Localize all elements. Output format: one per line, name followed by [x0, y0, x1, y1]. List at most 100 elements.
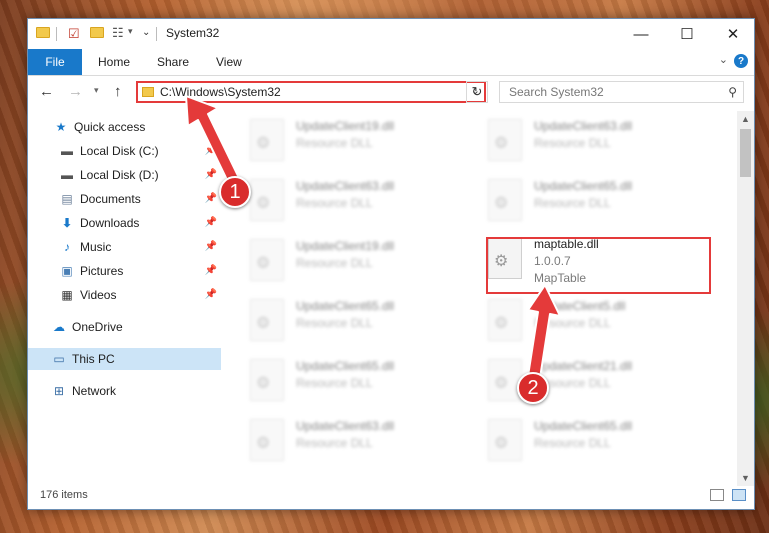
file-name: UpdateClient65.dll [534, 419, 633, 433]
refresh-button[interactable]: ↻ [466, 81, 488, 103]
pin-icon[interactable]: 📌 [205, 241, 217, 252]
pin-icon[interactable]: 📌 [205, 289, 217, 300]
gear-icon: ⚙ [256, 255, 271, 272]
gear-icon: ⚙ [256, 195, 271, 212]
pin-icon[interactable]: 📌 [205, 169, 217, 180]
search-icon[interactable]: ⚲ [728, 85, 737, 99]
file-item[interactable]: ⚙ UpdateClient65.dll Resource DLL [460, 171, 690, 227]
ribbon-tabs: File Home Share View ⌄ ? [28, 49, 754, 76]
sidebar-item-pictures[interactable]: ▣ Pictures 📌 [28, 260, 221, 282]
details-view-icon[interactable] [710, 489, 724, 501]
sidebar-item-label: Videos [80, 288, 117, 302]
cloud-icon: ☁ [53, 320, 65, 334]
sidebar-item-documents[interactable]: ▤ Documents 📌 [28, 188, 221, 210]
window-title: System32 [166, 26, 220, 40]
maptable-highlight-box [486, 237, 711, 294]
sidebar-item-label: Downloads [80, 216, 140, 230]
sidebar-item-downloads[interactable]: ⬇ Downloads 📌 [28, 212, 221, 234]
help-icon[interactable]: ? [734, 54, 748, 68]
sidebar-item-onedrive[interactable]: ☁ OneDrive [28, 316, 221, 338]
tab-view[interactable]: View [216, 49, 242, 75]
file-description: Resource DLL [296, 316, 373, 330]
customize-toolbar-icon[interactable]: ☷ [112, 25, 126, 40]
file-name: UpdateClient65.dll [296, 299, 395, 313]
gear-icon: ⚙ [256, 375, 271, 392]
item-count: 176 items [40, 489, 88, 501]
sidebar-item-local-disk-d[interactable]: ▬ Local Disk (D:) 📌 [28, 164, 221, 186]
close-button[interactable]: ✕ [710, 19, 756, 49]
sidebar-item-videos[interactable]: ▦ Videos 📌 [28, 284, 221, 306]
file-item[interactable]: ⚙ UpdateClient63.dll Resource DLL [222, 171, 452, 227]
folder-icon [142, 87, 154, 97]
pin-icon[interactable]: 📌 [205, 193, 217, 204]
expand-ribbon-icon[interactable]: ⌄ [719, 53, 728, 66]
videos-icon: ▦ [61, 288, 73, 302]
maximize-button[interactable]: ☐ [664, 19, 710, 49]
scroll-up-icon[interactable]: ▲ [737, 111, 754, 127]
forward-arrow-icon[interactable]: → [68, 83, 83, 100]
file-description: Resource DLL [534, 436, 611, 450]
file-item[interactable]: ⚙ UpdateClient65.dll Resource DLL [222, 291, 452, 347]
properties-icon[interactable]: ☑ [68, 26, 82, 41]
sidebar-item-label: Documents [80, 192, 141, 206]
network-icon: ⊞ [53, 384, 65, 398]
pin-icon[interactable]: 📌 [205, 145, 217, 156]
file-item[interactable]: ⚙ UpdateClient65.dll Resource DLL [222, 351, 452, 407]
recent-locations-icon[interactable]: ▾ [94, 85, 99, 96]
sidebar-item-network[interactable]: ⊞ Network [28, 380, 221, 402]
sidebar-item-label: Quick access [74, 120, 146, 134]
step-badge-2: 2 [517, 372, 549, 404]
sidebar-item-label: Local Disk (D:) [80, 168, 159, 182]
step-badge-1: 1 [219, 176, 251, 208]
gear-icon: ⚙ [494, 375, 509, 392]
chevron-down-icon[interactable]: ▾ [128, 26, 142, 40]
file-name: UpdateClient65.dll [534, 179, 633, 193]
separator [56, 27, 57, 41]
sidebar-item-quick-access[interactable]: ★ Quick access [28, 116, 221, 138]
sidebar-item-label: OneDrive [72, 320, 123, 334]
tab-file[interactable]: File [28, 49, 82, 75]
file-description: Resource DLL [296, 436, 373, 450]
sidebar-item-this-pc[interactable]: ▭ This PC [28, 348, 221, 370]
sidebar-item-label: Local Disk (C:) [80, 144, 159, 158]
file-item[interactable]: ⚙ UpdateClient63.dll Resource DLL [222, 411, 452, 467]
tab-share[interactable]: Share [157, 49, 189, 75]
up-arrow-icon[interactable]: ↑ [114, 83, 122, 100]
file-list: ⚙ UpdateClient19.dll Resource DLL ⚙ Upda… [222, 111, 737, 481]
gear-icon: ⚙ [494, 135, 509, 152]
file-description: Resource DLL [534, 136, 611, 150]
file-description: Resource DLL [534, 196, 611, 210]
file-item[interactable]: ⚙ UpdateClient21.dll Resource DLL [460, 351, 690, 407]
sidebar-item-local-disk-c[interactable]: ▬ Local Disk (C:) 📌 [28, 140, 221, 162]
documents-icon: ▤ [61, 192, 73, 206]
file-description: Resource DLL [296, 196, 373, 210]
vertical-scrollbar[interactable]: ▲ ▼ [737, 111, 754, 486]
file-item[interactable]: ⚙ UpdateClient65.dll Resource DLL [460, 411, 690, 467]
gear-icon: ⚙ [256, 135, 271, 152]
gear-icon: ⚙ [494, 435, 509, 452]
file-item[interactable]: ⚙ UpdateClient5.dll Resource DLL [460, 291, 690, 347]
file-explorer-window: ☑ ☷ ▾ ⌄ System32 — ☐ ✕ File Home Share V… [27, 18, 755, 510]
tab-home[interactable]: Home [98, 49, 130, 75]
file-item[interactable]: ⚙ UpdateClient19.dll Resource DLL [222, 111, 452, 167]
pin-icon[interactable]: 📌 [205, 217, 217, 228]
file-description: Resource DLL [296, 136, 373, 150]
scrollbar-thumb[interactable] [740, 129, 751, 177]
drive-icon: ▬ [61, 144, 73, 158]
pin-icon[interactable]: 📌 [205, 265, 217, 276]
music-icon: ♪ [64, 240, 70, 254]
address-path: C:\Windows\System32 [160, 85, 281, 99]
file-item[interactable]: ⚙ UpdateClient19.dll Resource DLL [222, 231, 452, 287]
search-input[interactable]: Search System32 ⚲ [499, 81, 744, 103]
file-description: Resource DLL [534, 316, 611, 330]
address-field[interactable]: C:\Windows\System32 ⌄ [136, 81, 486, 103]
large-icons-view-icon[interactable] [732, 489, 746, 501]
minimize-button[interactable]: — [618, 19, 664, 49]
quick-access-dropdown-icon[interactable]: ⌄ [142, 27, 156, 41]
sidebar-item-label: Music [80, 240, 112, 254]
gear-icon: ⚙ [494, 315, 509, 332]
new-folder-icon[interactable] [90, 27, 104, 41]
file-item[interactable]: ⚙ UpdateClient63.dll Resource DLL [460, 111, 690, 167]
sidebar-item-music[interactable]: ♪ Music 📌 [28, 236, 221, 258]
back-arrow-icon[interactable]: ← [39, 83, 54, 100]
